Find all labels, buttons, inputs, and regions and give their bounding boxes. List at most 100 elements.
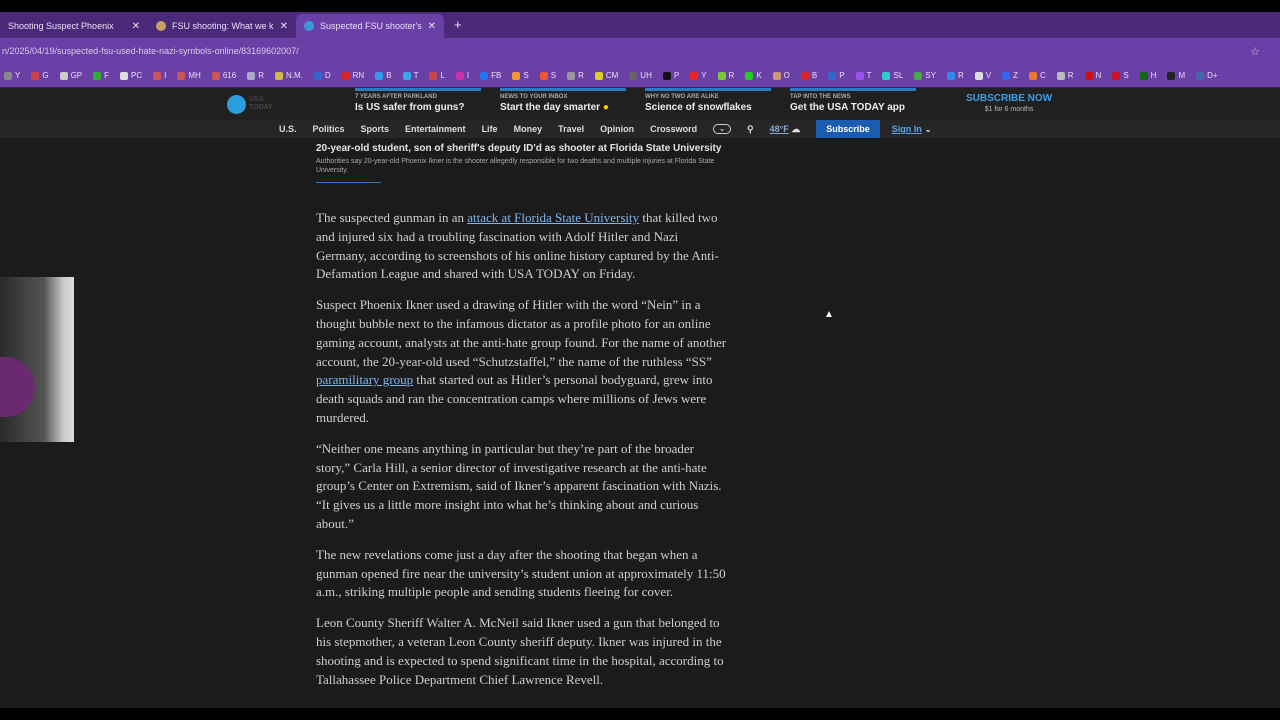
bookmark-favicon-icon — [567, 71, 576, 80]
bookmark-item[interactable]: L — [429, 71, 445, 80]
bookmark-label: V — [985, 71, 992, 80]
subscribe-now-link[interactable]: SUBSCRIBE NOW $1 for 6 months — [966, 93, 1052, 113]
bookmark-favicon-icon — [800, 71, 809, 80]
bookmark-item[interactable]: C — [1028, 71, 1046, 80]
bookmark-item[interactable]: 616 — [211, 71, 236, 80]
tab[interactable]: FSU shooting: What we know a ✕ — [148, 14, 296, 38]
promo-kicker: TAP INTO THE NEWS — [790, 94, 851, 100]
paramilitary-group-link[interactable]: paramilitary group — [316, 372, 413, 387]
nav-politics[interactable]: Politics — [313, 124, 345, 134]
bookmark-label: R — [258, 71, 264, 80]
bookmark-item[interactable]: SY — [914, 71, 936, 80]
related-title[interactable]: 20-year-old student, son of sheriff's de… — [316, 143, 731, 154]
bookmark-item[interactable]: M — [1167, 71, 1185, 80]
promo-link[interactable]: NEWS TO YOUR INBOX Start the day smarter … — [500, 88, 626, 113]
search-icon[interactable]: ⚲ — [747, 124, 754, 135]
bookmark-item[interactable]: G — [31, 71, 49, 80]
bookmark-item[interactable]: F — [93, 71, 109, 80]
bookmark-item[interactable]: V — [974, 71, 992, 80]
close-icon[interactable]: ✕ — [280, 21, 288, 32]
chevron-down-icon[interactable]: ⌄ — [925, 125, 932, 134]
nav-life[interactable]: Life — [482, 124, 498, 134]
bookmark-item[interactable]: Y — [690, 71, 707, 80]
bookmark-label: P — [673, 71, 680, 80]
bookmark-item[interactable]: R — [946, 71, 964, 80]
bookmark-label: K — [756, 71, 762, 80]
bookmark-item[interactable]: H — [1139, 71, 1156, 80]
bookmark-label: D+ — [1207, 71, 1218, 80]
bookmark-item[interactable]: B — [375, 71, 392, 80]
bookmark-item[interactable]: T — [855, 71, 871, 80]
bookmark-label: B — [811, 71, 818, 80]
bookmark-item[interactable]: MH — [177, 71, 201, 80]
bookmark-item[interactable]: D+ — [1196, 71, 1218, 80]
bookmark-favicon-icon — [828, 71, 837, 80]
bookmark-item[interactable]: R — [717, 71, 734, 80]
bookmark-item[interactable]: GP — [59, 71, 82, 80]
bookmark-item[interactable]: R — [567, 71, 584, 80]
bookmark-item[interactable]: RN — [341, 71, 364, 80]
nav-opinion[interactable]: Opinion — [600, 124, 634, 134]
bookmark-favicon-icon — [211, 71, 220, 80]
bookmark-item[interactable]: CM — [594, 71, 619, 80]
bookmark-favicon-icon — [1056, 71, 1065, 80]
nav-sports[interactable]: Sports — [361, 124, 390, 134]
nav-us[interactable]: U.S. — [279, 124, 297, 134]
bookmark-item[interactable]: D — [313, 71, 331, 80]
nav-crossword[interactable]: Crossword — [650, 124, 697, 134]
bookmark-item[interactable]: PC — [120, 71, 142, 80]
promo-link[interactable]: WHY NO TWO ARE ALIKE Science of snowflake… — [645, 88, 771, 113]
nav-entertainment[interactable]: Entertainment — [405, 124, 466, 134]
bookmark-item[interactable]: S — [512, 71, 529, 80]
address-bar[interactable]: n/2025/04/19/suspected-fsu-used-hate-naz… — [0, 38, 1280, 64]
bookmark-favicon-icon — [539, 71, 548, 80]
tab-title: Shooting Suspect Phoenix — [8, 21, 114, 31]
fsu-attack-link[interactable]: attack at Florida State University — [467, 210, 639, 225]
bookmark-item[interactable]: O — [772, 71, 790, 80]
close-icon[interactable]: ✕ — [428, 21, 436, 32]
bookmark-item[interactable]: UH — [629, 71, 652, 80]
bookmark-label: M — [1178, 71, 1186, 80]
bookmark-item[interactable]: I — [153, 71, 166, 80]
bookmark-favicon-icon — [93, 71, 102, 80]
bookmark-item[interactable]: N.M. — [274, 71, 303, 80]
bookmark-star-icon[interactable]: ☆ — [1250, 45, 1260, 58]
bookmark-item[interactable]: R — [247, 71, 264, 80]
bookmark-item[interactable]: Y — [4, 71, 20, 80]
bookmark-item[interactable]: T — [402, 71, 418, 80]
bookmark-item[interactable]: B — [800, 71, 818, 80]
nav-money[interactable]: Money — [514, 124, 543, 134]
promo-link[interactable]: TAP INTO THE NEWS Get the USA TODAY app — [790, 88, 916, 113]
bookmark-favicon-icon — [480, 71, 489, 80]
bookmark-item[interactable]: FB — [480, 71, 501, 80]
bookmark-label: Y — [15, 71, 21, 80]
bookmark-item[interactable]: SL — [882, 71, 903, 80]
bookmark-item[interactable]: Z — [1002, 71, 1018, 80]
close-icon[interactable]: ✕ — [132, 21, 140, 32]
url-text[interactable]: n/2025/04/19/suspected-fsu-used-hate-naz… — [2, 46, 1250, 56]
bookmark-label: S — [1123, 71, 1129, 80]
tab-active[interactable]: Suspected FSU shooter's web t ✕ — [296, 14, 444, 38]
promo-link[interactable]: 7 YEARS AFTER PARKLAND Is US safer from g… — [355, 88, 481, 113]
bookmark-item[interactable]: N — [1084, 71, 1101, 80]
bookmark-item[interactable]: P — [828, 71, 845, 80]
weather-link[interactable]: 48°F ☁ — [770, 124, 801, 135]
subscribe-button[interactable]: Subscribe — [816, 120, 880, 138]
sign-in-link[interactable]: Sign In — [892, 124, 922, 134]
bookmark-item[interactable]: K — [745, 71, 762, 80]
more-chevron-icon[interactable]: ⌄ — [713, 124, 732, 134]
bookmark-label: CM — [605, 71, 619, 80]
bookmark-label: N.M. — [285, 71, 303, 80]
article: 20-year-old student, son of sheriff's de… — [316, 143, 731, 689]
bookmark-favicon-icon — [4, 71, 12, 80]
bookmark-item[interactable]: I — [455, 71, 469, 80]
nav-travel[interactable]: Travel — [558, 124, 584, 134]
bookmark-item[interactable]: S — [1112, 71, 1129, 80]
new-tab-button[interactable]: + — [444, 17, 472, 38]
bookmark-item[interactable]: P — [662, 71, 680, 80]
usa-today-logo-icon[interactable] — [227, 95, 246, 114]
tab[interactable]: Shooting Suspect Phoenix ✕ — [0, 14, 148, 38]
bookmark-item[interactable]: R — [1056, 71, 1074, 80]
bookmark-item[interactable]: S — [539, 71, 556, 80]
related-story[interactable]: 20-year-old student, son of sheriff's de… — [316, 143, 731, 183]
